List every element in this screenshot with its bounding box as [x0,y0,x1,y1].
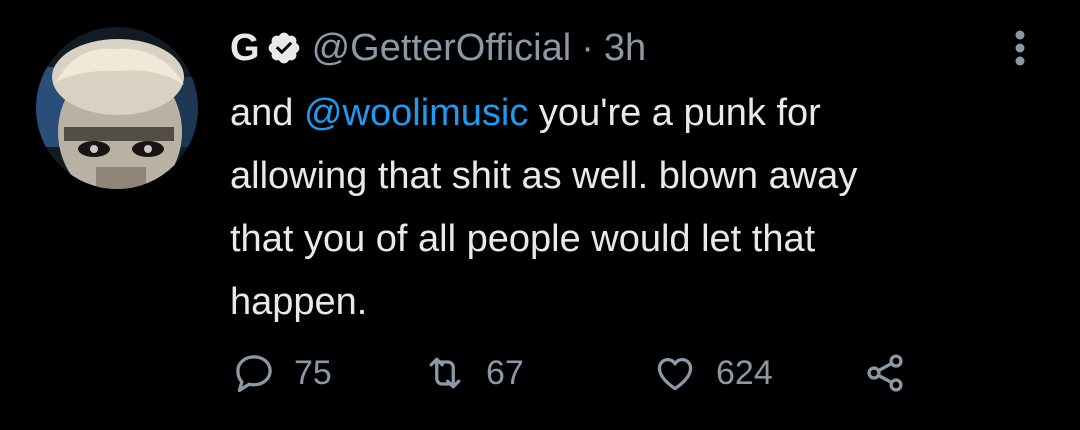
reply-icon [232,351,276,395]
user-handle[interactable]: @GetterOfficial [312,27,572,70]
tweet-text-line-3: that you of all people would let that [230,218,816,260]
avatar-image [36,27,198,189]
share-button[interactable] [862,348,908,398]
separator-dot: · [581,26,594,69]
tweet-text-line-2: allowing that shit as well. blown away [230,155,858,197]
retweet-button[interactable]: 67 [422,348,524,398]
retweet-icon [422,351,468,395]
reply-count: 75 [294,353,332,392]
mention-link[interactable]: @woolimusic [304,92,528,134]
text-before-mention: and [230,92,304,134]
display-name[interactable]: G [230,27,260,70]
text-after-mention: you're a punk for [528,92,821,134]
more-vertical-icon[interactable] [1005,28,1035,68]
tweet-text-line-4: happen. [230,281,368,323]
verified-badge-icon [266,30,302,66]
like-button[interactable]: 624 [652,348,773,398]
retweet-count: 67 [486,353,524,392]
tweet-text-line-1: and @woolimusic you're a punk for [230,82,1030,145]
share-icon [862,351,908,395]
tweet-text: and @woolimusic you're a punk for allowi… [230,82,1030,334]
tweet-header: G @GetterOfficial · 3h [230,24,646,72]
like-count: 624 [716,353,773,392]
heart-icon [652,351,698,395]
reply-button[interactable]: 75 [232,348,332,398]
avatar[interactable] [36,27,198,189]
timestamp[interactable]: 3h [604,27,646,70]
